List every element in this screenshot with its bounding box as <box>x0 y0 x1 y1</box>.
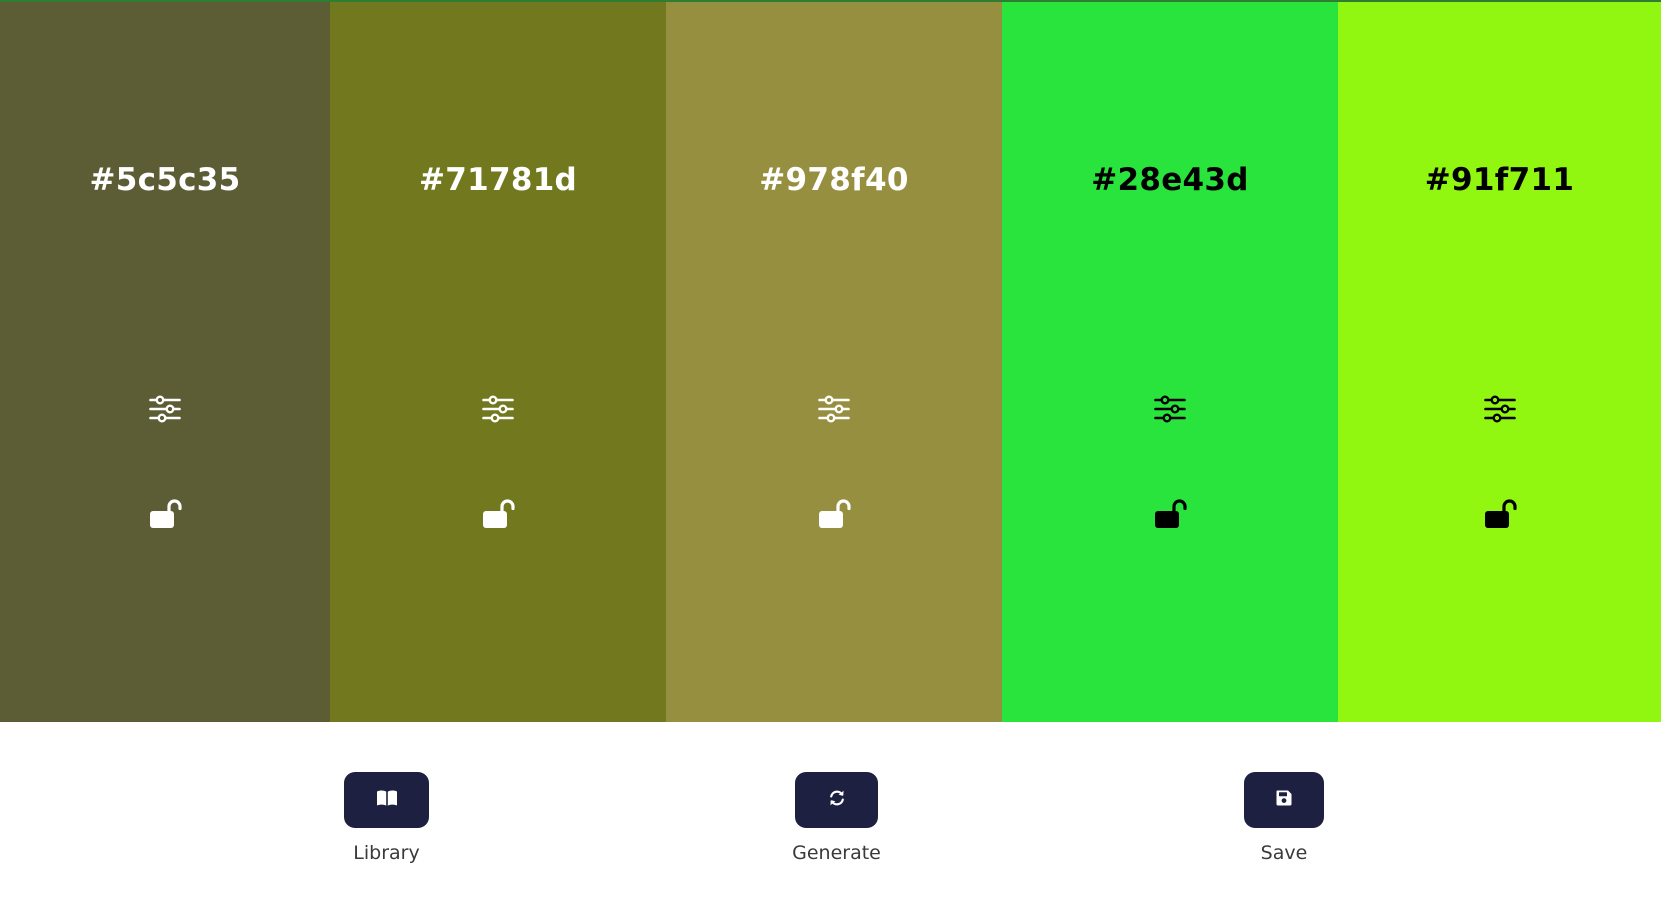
save-label: Save <box>1260 842 1308 864</box>
unlocked-padlock-icon[interactable] <box>145 494 185 534</box>
floppy-disk-icon <box>1275 789 1293 811</box>
refresh-icon <box>827 788 847 812</box>
unlocked-padlock-icon[interactable] <box>1480 494 1520 534</box>
color-swatch-5: #91f711 <box>1338 0 1661 722</box>
library-control: Library <box>344 772 429 865</box>
save-control: Save <box>1244 772 1324 865</box>
color-swatch-1: #5c5c35 <box>0 0 330 722</box>
hex-code[interactable]: #978f40 <box>666 160 1002 200</box>
bottom-controls: Library Generate Save <box>0 722 1661 903</box>
unlocked-padlock-icon[interactable] <box>478 494 518 534</box>
color-swatch-2: #71781d <box>330 0 666 722</box>
color-palette: #5c5c35 #71781d #978f40 #28e43d #91f711 <box>0 0 1661 722</box>
book-open-icon <box>376 789 398 811</box>
top-border <box>0 0 1661 2</box>
adjust-sliders-icon[interactable] <box>145 389 185 429</box>
hex-code[interactable]: #91f711 <box>1338 160 1661 200</box>
unlocked-padlock-icon[interactable] <box>1150 494 1190 534</box>
unlocked-padlock-icon[interactable] <box>814 494 854 534</box>
adjust-sliders-icon[interactable] <box>1150 389 1190 429</box>
adjust-sliders-icon[interactable] <box>814 389 854 429</box>
hex-code[interactable]: #5c5c35 <box>0 160 330 200</box>
generate-button[interactable] <box>795 772 878 828</box>
generate-control: Generate <box>792 772 881 865</box>
hex-code[interactable]: #71781d <box>330 160 666 200</box>
color-swatch-4: #28e43d <box>1002 0 1338 722</box>
generate-label: Generate <box>792 842 881 864</box>
color-swatch-3: #978f40 <box>666 0 1002 722</box>
hex-code[interactable]: #28e43d <box>1002 160 1338 200</box>
adjust-sliders-icon[interactable] <box>478 389 518 429</box>
adjust-sliders-icon[interactable] <box>1480 389 1520 429</box>
library-button[interactable] <box>344 772 429 828</box>
save-button[interactable] <box>1244 772 1324 828</box>
library-label: Library <box>353 842 420 864</box>
